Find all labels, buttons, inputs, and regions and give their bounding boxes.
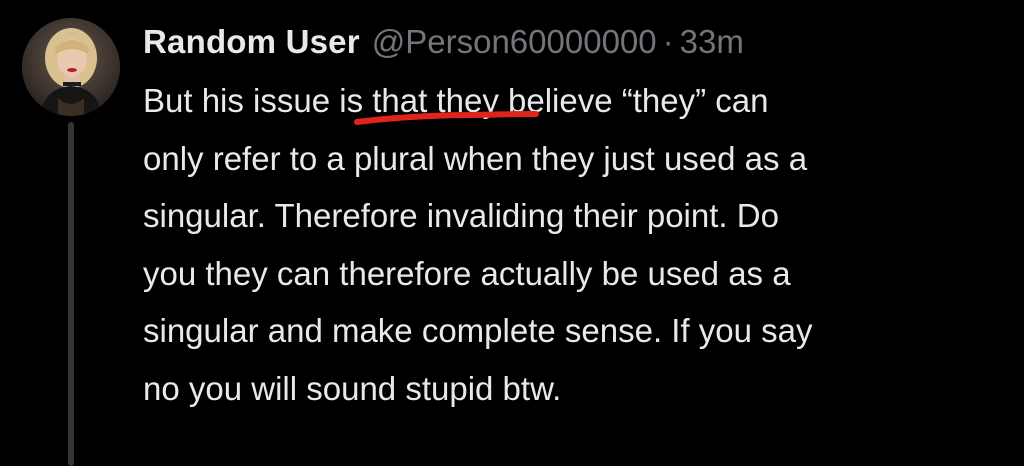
tweet-text-line: singular. Therefore invaliding their poi… (143, 197, 779, 235)
user-handle[interactable]: @Person60000000 (372, 16, 657, 68)
avatar-image (22, 18, 120, 116)
timestamp[interactable]: 33m (680, 16, 744, 68)
tweet-text-line: no you will sound stupid btw. (143, 369, 562, 407)
separator-dot: · (662, 23, 674, 60)
tweet-content: Random User @Person60000000 · 33m But hi… (143, 16, 1013, 418)
tweet-text-line: singular and make complete sense. If you… (143, 312, 813, 350)
tweet-text-line: But his issue is that they believe “they… (143, 82, 769, 119)
display-name[interactable]: Random User (143, 16, 360, 68)
avatar[interactable] (22, 18, 120, 116)
tweet-text-line: only refer to a plural when they just us… (143, 139, 808, 177)
tweet[interactable]: Random User @Person60000000 · 33m But hi… (0, 0, 1024, 466)
tweet-header: Random User @Person60000000 · 33m (143, 16, 1013, 68)
tweet-text-line: you they can therefore actually be used … (143, 254, 791, 292)
thread-connector-line (68, 122, 74, 466)
tweet-text: But his issue is that they believe “they… (143, 72, 1003, 418)
